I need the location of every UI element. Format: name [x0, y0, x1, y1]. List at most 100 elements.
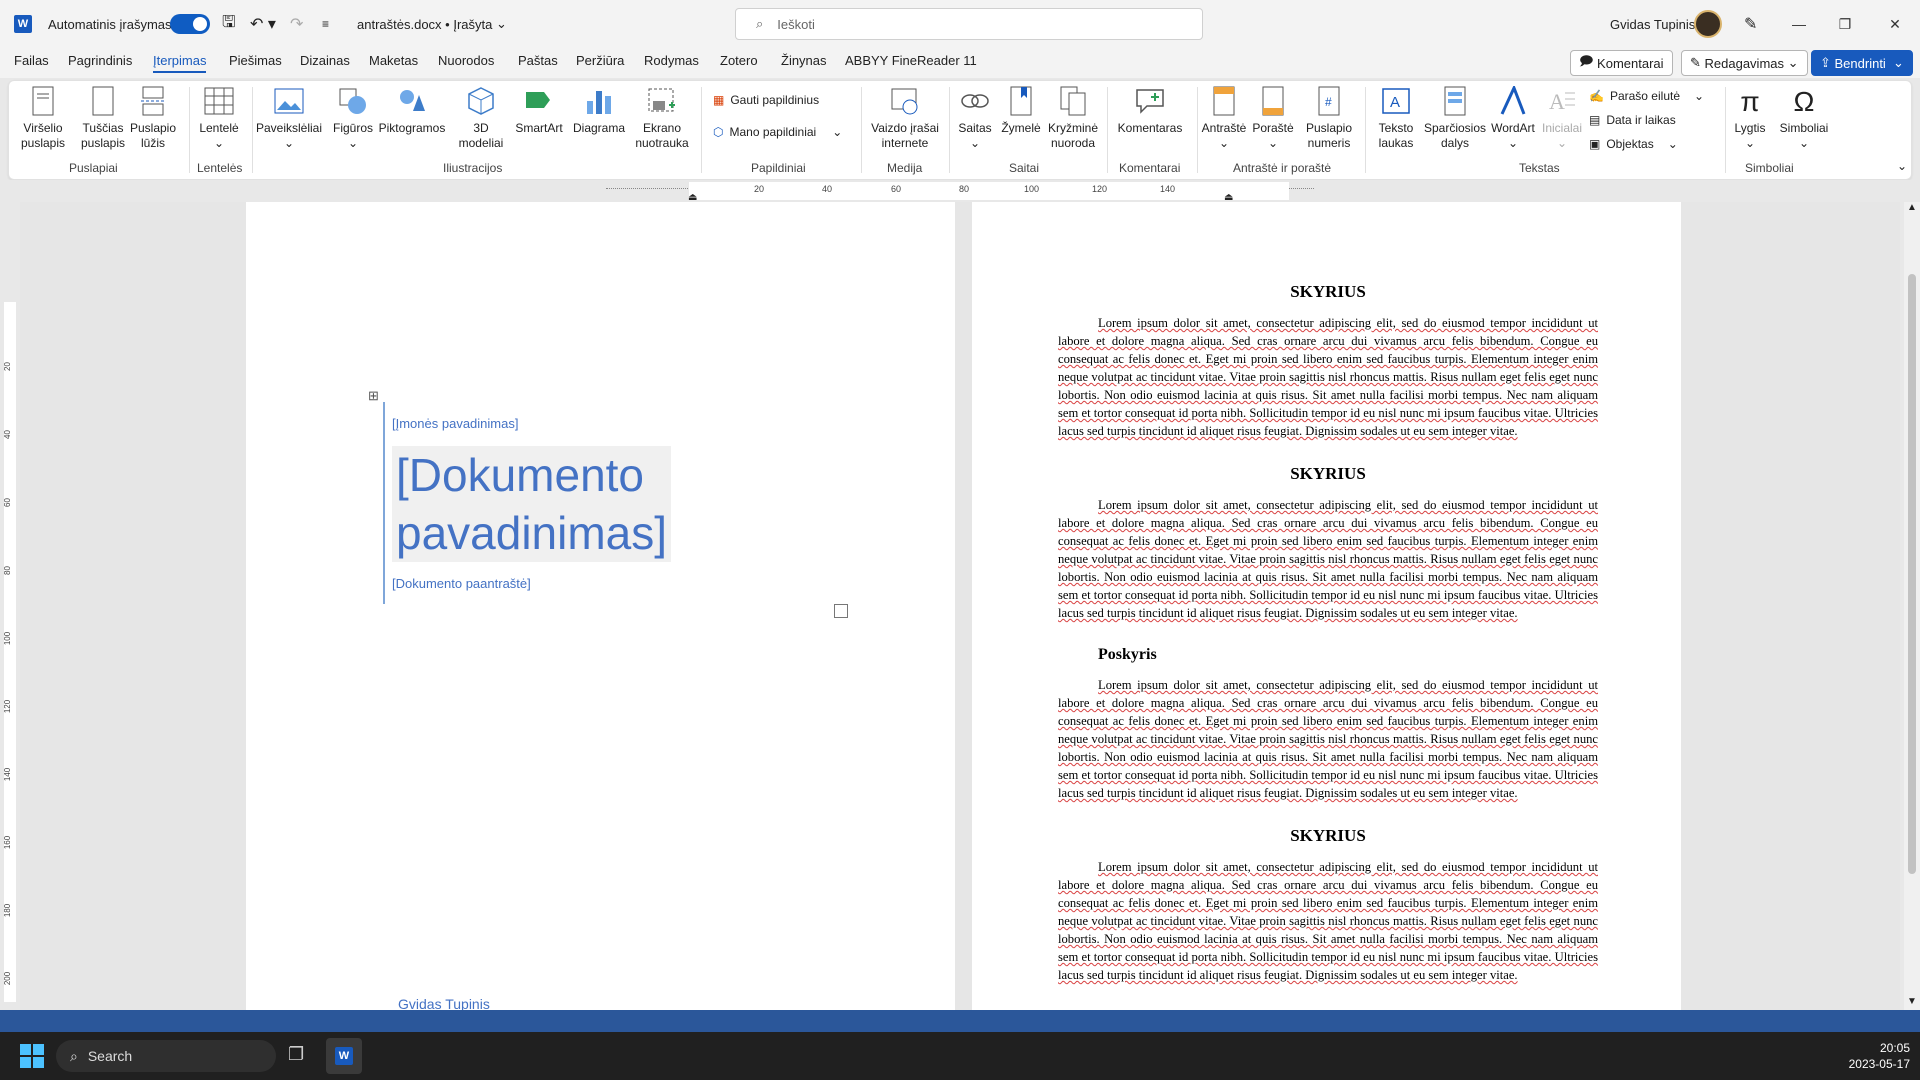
document-subtitle-placeholder[interactable]: [Dokumento paantraštė] — [392, 576, 531, 591]
tab-dizainas[interactable]: Dizainas — [300, 53, 350, 68]
resize-handle[interactable] — [834, 604, 848, 618]
system-clock[interactable]: 20:05 2023-05-17 — [1800, 1040, 1910, 1072]
comments-button[interactable]: 🗩 Komentarai — [1570, 50, 1673, 76]
ruler-tick-label: 80 — [2, 566, 12, 575]
collapse-ribbon-icon[interactable]: ⌄ — [1897, 159, 1907, 173]
document-canvas[interactable]: ⊞ [Įmonės pavadinimas] [Dokumento pavadi… — [20, 202, 1900, 1010]
vertical-scrollbar[interactable]: ▲ ▼ — [1904, 202, 1920, 1010]
tab-maketas[interactable]: Maketas — [369, 53, 418, 68]
tab-pagrindinis[interactable]: Pagrindinis — [68, 53, 132, 68]
title-bar: W Automatinis įrašymas 🖫 ↶ ▾ ↷ ≡ antrašt… — [0, 0, 1920, 48]
restore-button[interactable]: ❐ — [1822, 0, 1868, 48]
search-placeholder: Ieškoti — [777, 16, 815, 32]
page-break-button[interactable]: Puslapio lūžis — [130, 85, 176, 151]
drop-cap-button[interactable]: A Inicialai ⌄ — [1539, 85, 1585, 151]
document-name[interactable]: antraštės.docx • Įrašyta ⌄ — [357, 0, 507, 48]
chevron-down-icon: ⌄ — [1267, 136, 1279, 150]
body-paragraph: Lorem ipsum dolor sit amet, consectetur … — [1058, 316, 1598, 438]
pen-icon[interactable]: ✎ — [1744, 0, 1757, 48]
object-button[interactable]: ▣ Objektas ⌄ — [1589, 137, 1678, 151]
link-icon — [959, 85, 991, 117]
taskbar: ⌕ Search ❐ W 20:05 2023-05-17 — [0, 1032, 1920, 1080]
tab-zotero[interactable]: Zotero — [720, 53, 758, 68]
footer-button[interactable]: Poraštė ⌄ — [1249, 85, 1297, 151]
symbols-button[interactable]: Ω Simboliai ⌄ — [1775, 85, 1833, 151]
pictures-button[interactable]: Paveikslėliai ⌄ — [256, 85, 322, 151]
ruler-white-area — [4, 302, 16, 1002]
cross-reference-button[interactable]: Kryžminė nuoroda — [1045, 85, 1101, 151]
autosave-toggle[interactable] — [170, 0, 210, 48]
link-button[interactable]: Saitas ⌄ — [953, 85, 997, 151]
bookmark-button[interactable]: Žymelė — [999, 85, 1043, 136]
footer-icon — [1257, 85, 1289, 117]
header-button[interactable]: Antraštė ⌄ — [1199, 85, 1249, 151]
screenshot-button[interactable]: Ekrano nuotrauka — [631, 85, 693, 151]
share-button[interactable]: ⇪ Bendrinti ⌄ — [1811, 50, 1913, 76]
chart-button[interactable]: Diagrama — [571, 85, 627, 136]
windows-start-icon[interactable] — [20, 1044, 44, 1068]
equation-button[interactable]: π Lygtis ⌄ — [1727, 85, 1773, 151]
avatar[interactable] — [1694, 0, 1722, 48]
header-icon — [1208, 85, 1240, 117]
save-icon[interactable]: 🖫 — [222, 0, 236, 48]
author-placeholder[interactable]: Gvidas Tupinis — [398, 996, 490, 1010]
ruler-tick-label: 180 — [3, 903, 13, 918]
wordart-button[interactable]: WordArt ⌄ — [1487, 85, 1539, 151]
blank-page-button[interactable]: Tuščias puslapis — [81, 85, 125, 151]
tab-zinynas[interactable]: Žinynas — [781, 53, 827, 68]
page-cover[interactable]: ⊞ [Įmonės pavadinimas] [Dokumento pavadi… — [246, 202, 955, 1010]
user-name[interactable]: Gvidas Tupinis — [1610, 0, 1695, 48]
cover-page-button[interactable]: Viršelio puslapis — [21, 85, 65, 151]
table-button[interactable]: Lentelė ⌄ — [199, 85, 239, 151]
tab-perziura[interactable]: Peržiūra — [576, 53, 624, 68]
task-view-icon[interactable]: ❐ — [288, 1044, 304, 1065]
chart-icon — [583, 85, 615, 117]
get-addins-label: Gauti papildinius — [730, 93, 820, 107]
svg-text:#: # — [1325, 95, 1332, 109]
tab-rodymas[interactable]: Rodymas — [644, 53, 699, 68]
customize-toolbar-icon[interactable]: ≡ — [322, 0, 329, 48]
online-video-button[interactable]: Vaizdo įrašai internete — [867, 85, 943, 151]
screenshot-icon — [646, 85, 678, 117]
page-content[interactable]: SKYRIUS Lorem ipsum dolor sit amet, cons… — [972, 202, 1681, 1010]
tab-iterpimas[interactable]: Įterpimas — [153, 53, 207, 73]
page-number-button[interactable]: # Puslapio numeris — [1299, 85, 1359, 151]
close-button[interactable]: ✕ — [1872, 0, 1918, 48]
table-move-handle-icon[interactable]: ⊞ — [368, 388, 379, 404]
vertical-ruler[interactable]: 20 40 60 80 100 120 140 160 180 200 — [0, 202, 20, 1010]
icons-button[interactable]: Piktogramos — [377, 85, 447, 136]
tab-failas[interactable]: Failas — [14, 53, 49, 68]
tab-piesimas[interactable]: Piešimas — [229, 53, 282, 68]
smartart-button[interactable]: SmartArt — [513, 85, 565, 136]
tab-abbyy[interactable]: ABBYY FineReader 11 — [845, 53, 977, 68]
signature-line-button[interactable]: ✍ Parašo eilutė ⌄ — [1589, 89, 1704, 103]
document-title-placeholder[interactable]: [Dokumento pavadinimas] — [392, 446, 672, 562]
date-time-button[interactable]: ▤ Data ir laikas — [1589, 113, 1676, 127]
scrollbar-thumb[interactable] — [1908, 274, 1916, 874]
redo-icon[interactable]: ↷ — [290, 0, 303, 48]
scroll-up-icon[interactable]: ▲ — [1907, 202, 1917, 213]
date-time-label: Data ir laikas — [1606, 113, 1676, 127]
company-name-placeholder[interactable]: [Įmonės pavadinimas] — [392, 416, 518, 431]
tab-pastas[interactable]: Paštas — [518, 53, 558, 68]
taskbar-search[interactable]: ⌕ Search — [56, 1040, 276, 1072]
comment-button[interactable]: Komentaras — [1109, 85, 1191, 136]
taskbar-word-icon[interactable]: W — [326, 1038, 362, 1074]
3d-models-button[interactable]: 3D modeliai — [451, 85, 511, 151]
my-addins-button[interactable]: ⬡ Mano papildiniai ⌄ — [713, 125, 842, 139]
quick-parts-icon — [1439, 85, 1471, 117]
search-input[interactable]: ⌕ Ieškoti — [735, 8, 1203, 40]
ruler-tick-label: 60 — [2, 498, 12, 507]
horizontal-ruler[interactable]: 20 40 60 80 100 120 140 ⏏ ⏏ — [0, 180, 1920, 203]
tab-nuorodos[interactable]: Nuorodos — [438, 53, 494, 68]
editing-button[interactable]: ✎ Redagavimas ⌄ — [1681, 50, 1808, 76]
scroll-down-icon[interactable]: ▼ — [1907, 996, 1917, 1007]
undo-icon[interactable]: ↶ ▾ — [250, 0, 276, 48]
shapes-button[interactable]: Figūros ⌄ — [331, 85, 375, 151]
minimize-button[interactable]: — — [1776, 0, 1822, 48]
text-box-button[interactable]: A Teksto laukas — [1369, 85, 1423, 151]
get-addins-button[interactable]: ▦ Gauti papildinius — [713, 93, 819, 107]
quick-parts-button[interactable]: Sparčiosios dalys — [1423, 85, 1487, 151]
smartart-l1: SmartArt — [515, 121, 563, 135]
group-label-illustrations: Iliustracijos — [443, 161, 503, 175]
